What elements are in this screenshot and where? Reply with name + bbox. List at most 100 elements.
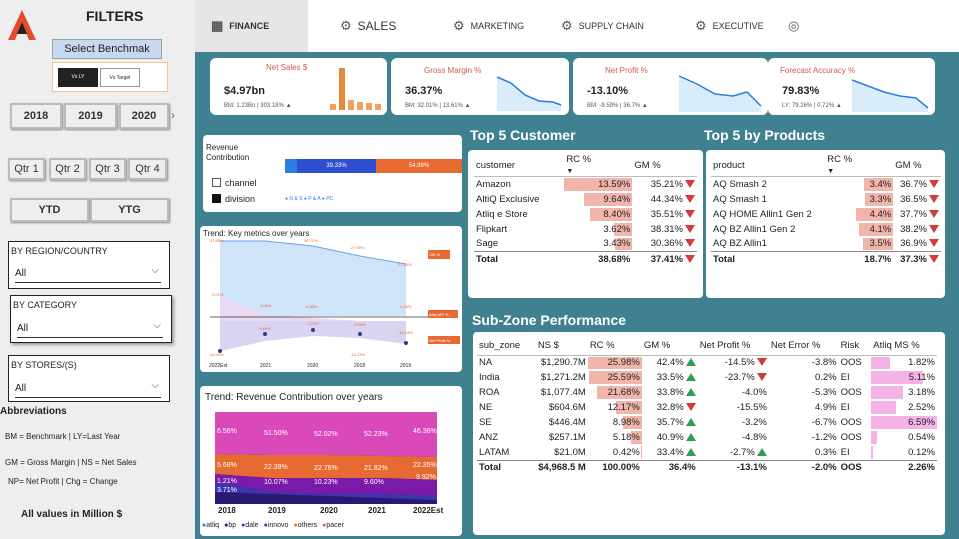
- quarter-4-button[interactable]: Qtr 4: [128, 158, 167, 180]
- year-2018-button[interactable]: 2018: [10, 103, 62, 129]
- down-triangle-icon: [685, 194, 695, 203]
- col-header[interactable]: GM %: [641, 337, 698, 356]
- table-row[interactable]: ROA $1,077.4M 21.68% 33.8% -4.0% -5.3% OOS 3.18…: [477, 385, 937, 400]
- quarter-2-button[interactable]: Qtr 2: [49, 158, 86, 180]
- table-row[interactable]: AQ Smash 2 3.4% 36.7%: [711, 177, 941, 192]
- gm-cell: 36.7%: [893, 177, 941, 192]
- table-row[interactable]: NE $604.6M 12.17% 32.8% -15.5% 4.9% EI 2.52%: [477, 400, 937, 415]
- col-header[interactable]: NS $: [535, 337, 588, 356]
- col-header[interactable]: Atliq MS %: [871, 337, 937, 356]
- channel-checkbox[interactable]: [212, 178, 221, 187]
- col-header[interactable]: Net Error %: [768, 337, 839, 356]
- col-header[interactable]: customer: [474, 154, 565, 177]
- table-row[interactable]: Flipkart 3.62% 38.31%: [474, 222, 697, 237]
- chart-title: Trend: Revenue Contribution over years: [205, 392, 383, 403]
- stores-value[interactable]: All: [15, 383, 26, 394]
- category-value[interactable]: All: [17, 323, 28, 334]
- trend-revenue-contribution-chart: Trend: Revenue Contribution over years 6…: [200, 386, 462, 536]
- table-row[interactable]: AQ Smash 1 3.3% 36.5%: [711, 192, 941, 207]
- ms-point-label: 1.06%: [260, 303, 272, 308]
- legend-item[interactable]: ●dale: [241, 522, 258, 529]
- up-triangle-icon: [685, 388, 696, 396]
- slicer-underline: [15, 282, 161, 283]
- rc-bar-segment-pa[interactable]: 39.33%: [297, 159, 376, 173]
- quarter-1-button[interactable]: Qtr 1: [8, 158, 45, 180]
- vs-ly-toggle[interactable]: Vs LY: [58, 68, 98, 87]
- category-slicer[interactable]: BY CATEGORY All ⌵: [10, 295, 172, 343]
- vs-target-toggle[interactable]: Vs Target: [100, 68, 140, 87]
- tab-executive[interactable]: ⚙ EXECUTIVE: [695, 0, 764, 52]
- name-cell: AQ Smash 1: [713, 193, 767, 205]
- ytd-button[interactable]: YTD: [10, 198, 89, 222]
- legend-item[interactable]: ●innovo: [264, 522, 289, 529]
- table-row[interactable]: AQ BZ Allin1 Gen 2 4.1% 38.2%: [711, 222, 941, 237]
- stores-slicer[interactable]: BY STORES/(S) All ⌵: [8, 355, 170, 402]
- rc-bar-segment-nsa[interactable]: [285, 159, 297, 173]
- tab-marketing[interactable]: ⚙ MARKETING: [453, 0, 524, 52]
- tab-sales[interactable]: ⚙ SALES: [340, 0, 396, 52]
- finance-icon: ▦: [211, 18, 224, 33]
- legend-item[interactable]: ●atliq: [202, 522, 219, 529]
- col-header[interactable]: Risk: [838, 337, 872, 356]
- chevron-down-icon[interactable]: ⌵: [151, 380, 159, 391]
- region-slicer[interactable]: BY REGION/COUNTRY All ⌵: [8, 241, 170, 289]
- table-row[interactable]: Amazon 13.59% 35.21%: [474, 177, 697, 192]
- table-row[interactable]: AQ HOME Allin1 Gen 2 4.4% 37.7%: [711, 207, 941, 222]
- kpi-value: 79.83%: [782, 85, 820, 97]
- table-row[interactable]: ANZ $257.1M 5.18% 40.9% -4.8% -1.2% OOS 0.54%: [477, 430, 937, 445]
- legend-item[interactable]: ●pacer: [322, 522, 344, 529]
- select-benchmark-button[interactable]: Select Benchmak (BM): [52, 39, 162, 73]
- legend-item[interactable]: ●others: [293, 522, 317, 529]
- gm-cell: 38.2%: [893, 222, 941, 237]
- col-header[interactable]: Net Profit %: [697, 337, 769, 356]
- ms-point-label: 0.26%: [400, 304, 412, 309]
- gm-cell: 35.21%: [632, 177, 697, 192]
- down-triangle-icon: [685, 224, 695, 233]
- region-value[interactable]: All: [15, 268, 26, 279]
- legend-item[interactable]: ●bp: [224, 522, 236, 529]
- table-row[interactable]: AQ BZ Allin1 3.5% 36.9%: [711, 237, 941, 252]
- chevron-right-icon[interactable]: ›: [171, 108, 175, 122]
- year-2020-button[interactable]: 2020: [119, 103, 169, 129]
- tab-finance[interactable]: ▦ FINANCE: [195, 0, 308, 52]
- gm-cell: 37.7%: [893, 207, 941, 222]
- x-tick-label: 2020: [320, 506, 338, 515]
- tab-supply-chain[interactable]: ⚙ SUPPLY CHAIN: [561, 0, 644, 52]
- table-row[interactable]: Atliq e Store 8.40% 35.51%: [474, 207, 697, 222]
- rc-bar-segment-pc[interactable]: 54.98%: [376, 159, 462, 173]
- table-row[interactable]: India $1,271.2M 25.59% 33.5% -23.7% 0.2% EI 5.1…: [477, 370, 937, 385]
- division-checkbox[interactable]: [212, 194, 221, 203]
- table-row[interactable]: AltiQ Exclusive 9.64% 44.34%: [474, 192, 697, 207]
- col-header[interactable]: RC % ▼: [564, 154, 633, 177]
- name-cell: Atliq e Store: [476, 208, 528, 220]
- benchmark-toggle: Vs LY Vs Target: [52, 62, 168, 92]
- abbreviations-title: Abbreviations: [0, 406, 67, 417]
- col-header[interactable]: RC % ▼: [825, 154, 894, 177]
- tab-extra[interactable]: ◎: [788, 0, 799, 52]
- down-triangle-icon: [756, 373, 767, 381]
- chevron-down-icon[interactable]: ⌵: [151, 265, 159, 276]
- gm-point-label: 27.59%: [351, 245, 365, 250]
- col-header[interactable]: GM %: [893, 154, 941, 177]
- col-header[interactable]: GM %: [632, 154, 697, 177]
- col-header[interactable]: RC %: [587, 337, 642, 356]
- ytg-button[interactable]: YTG: [90, 198, 169, 222]
- table-row[interactable]: Sage 3.43% 30.36%: [474, 237, 697, 252]
- filters-title: FILTERS: [86, 8, 144, 24]
- year-2019-button[interactable]: 2019: [64, 103, 117, 129]
- table-row[interactable]: LATAM $21.0M 0.42% 33.4% -2.7% 0.3% EI 0.12%: [477, 445, 937, 460]
- up-triangle-icon: [685, 433, 696, 441]
- table-row[interactable]: NA $1,290.7M 25.98% 42.4% -14.5% -3.8% OOS 1.82…: [477, 355, 937, 370]
- col-header[interactable]: product: [711, 154, 826, 177]
- kpi-title: Net Sales $: [266, 63, 308, 72]
- table-row[interactable]: SE $446.4M 8.98% 35.7% -3.2% -6.7% OOS 6.59%: [477, 415, 937, 430]
- kpi-card-gross-margin: Gross Margin % 36.37% BM: 32.01% | 13.61…: [391, 58, 569, 115]
- chevron-down-icon[interactable]: ⌵: [153, 320, 161, 331]
- rc-cell: 9.64%: [564, 192, 633, 207]
- quarter-3-button[interactable]: Qtr 3: [89, 158, 126, 180]
- name-cell: AQ HOME Allin1 Gen 2: [713, 208, 812, 220]
- total-row: Total 18.7% 37.3%: [711, 251, 941, 267]
- col-header[interactable]: sub_zone: [477, 337, 536, 356]
- region-slicer-label: BY REGION/COUNTRY: [11, 246, 108, 256]
- x-tick-label: 2018: [354, 363, 366, 369]
